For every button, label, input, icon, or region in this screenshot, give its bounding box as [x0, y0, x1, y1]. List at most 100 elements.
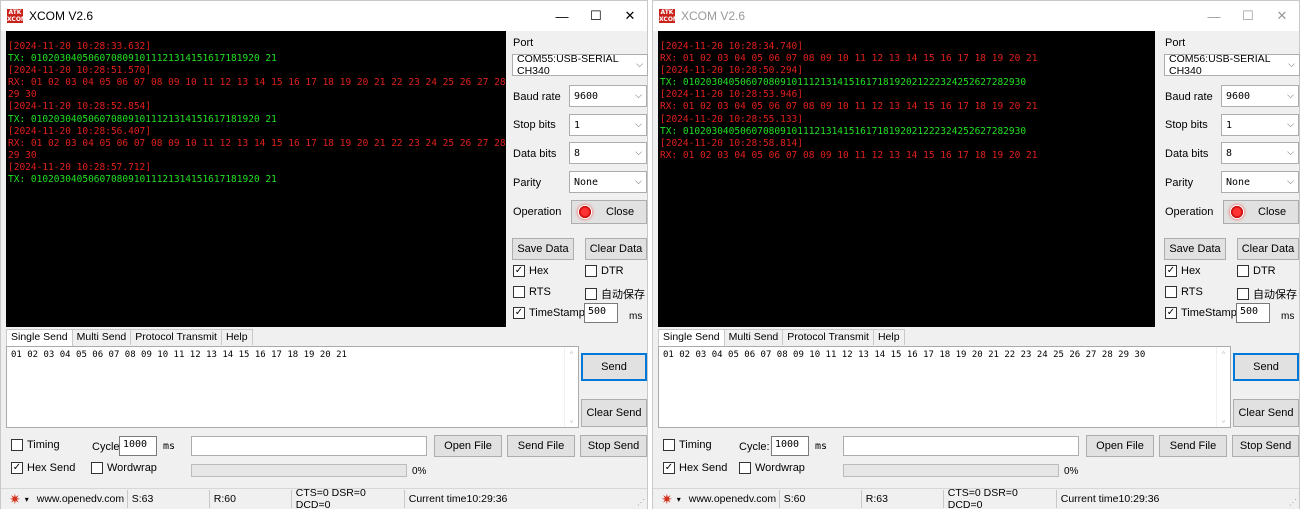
- parity-select[interactable]: None ⌵: [1221, 171, 1299, 193]
- status-website-link[interactable]: www.openedv.com: [33, 490, 128, 508]
- close-icon[interactable]: ✕: [613, 1, 647, 31]
- stop-bits-select[interactable]: 1 ⌵: [1221, 114, 1299, 136]
- port-select[interactable]: COM55:USB-SERIAL CH340 ⌵: [512, 53, 648, 77]
- close-icon[interactable]: ✕: [1265, 1, 1299, 31]
- wordwrap-checkbox[interactable]: Wordwrap: [91, 462, 157, 474]
- send-progress-bar: [191, 464, 407, 477]
- autosave-checkbox[interactable]: 自动保存: [1237, 286, 1297, 302]
- send-scrollbar[interactable]: ⌃ ⌄: [564, 347, 578, 427]
- clear-data-button[interactable]: Clear Data: [1237, 238, 1299, 260]
- file-path-input[interactable]: [191, 436, 427, 456]
- hex-checkbox[interactable]: ✓ Hex: [513, 265, 549, 277]
- timestamp-interval-input[interactable]: 500: [584, 303, 618, 323]
- tab-single-send[interactable]: Single Send: [6, 329, 73, 346]
- log-line-tx: TX: 010203040506070809101112131415161718…: [8, 113, 277, 125]
- clear-data-button[interactable]: Clear Data: [585, 238, 647, 260]
- log-line-ts: [2024-11-20 10:28:57.712]: [8, 161, 151, 173]
- send-progress-bar: [843, 464, 1059, 477]
- resize-grip-icon[interactable]: ⋰: [1289, 498, 1297, 507]
- status-recv-count[interactable]: R:60: [210, 490, 292, 508]
- minimize-icon[interactable]: —: [545, 1, 579, 31]
- chevron-down-icon: ⌵: [636, 60, 643, 70]
- data-bits-select[interactable]: 8 ⌵: [569, 142, 647, 164]
- status-recv-count[interactable]: R:63: [862, 490, 944, 508]
- send-textarea[interactable]: 01 02 03 04 05 06 07 08 09 10 11 12 13 1…: [6, 346, 579, 428]
- clear-send-button[interactable]: Clear Send: [581, 399, 647, 427]
- scroll-down-icon[interactable]: ⌄: [569, 415, 574, 424]
- timing-checkbox[interactable]: Timing: [663, 439, 712, 451]
- wordwrap-checkbox[interactable]: Wordwrap: [739, 462, 805, 474]
- open-close-port-button[interactable]: Close: [1223, 200, 1299, 224]
- send-button[interactable]: Send: [581, 353, 647, 381]
- stop-send-button[interactable]: Stop Send: [580, 435, 647, 457]
- log-line-ts: [2024-11-20 10:28:56.407]: [8, 125, 151, 137]
- cycle-input[interactable]: 1000: [771, 436, 809, 456]
- hex-send-checkbox[interactable]: ✓ Hex Send: [663, 462, 727, 474]
- timing-label: Timing: [679, 439, 712, 451]
- open-close-port-button[interactable]: Close: [571, 200, 647, 224]
- parity-select[interactable]: None ⌵: [569, 171, 647, 193]
- tab-protocol-transmit[interactable]: Protocol Transmit: [130, 329, 222, 345]
- title-bar[interactable]: ATK XCOM XCOM V2.6 — ☐ ✕: [653, 1, 1299, 31]
- cycle-input[interactable]: 1000: [119, 436, 157, 456]
- send-file-button[interactable]: Send File: [1159, 435, 1227, 457]
- tab-protocol-transmit[interactable]: Protocol Transmit: [782, 329, 874, 345]
- scroll-up-icon[interactable]: ⌃: [569, 350, 574, 359]
- rts-label: RTS: [529, 286, 551, 298]
- xcom-logo-icon: ATK XCOM: [659, 9, 679, 23]
- scroll-down-icon[interactable]: ⌄: [1221, 415, 1226, 424]
- send-button[interactable]: Send: [1233, 353, 1299, 381]
- title-bar[interactable]: ATK XCOM XCOM V2.6 — ☐ ✕: [1, 1, 647, 31]
- autosave-label: 自动保存: [601, 289, 645, 301]
- maximize-icon[interactable]: ☐: [579, 1, 613, 31]
- stop-bits-label: Stop bits: [1165, 119, 1208, 131]
- maximize-icon[interactable]: ☐: [1231, 1, 1265, 31]
- hex-checkbox[interactable]: ✓ Hex: [1165, 265, 1201, 277]
- timestamp-interval-input[interactable]: 500: [1236, 303, 1270, 323]
- save-data-button[interactable]: Save Data: [1164, 238, 1226, 260]
- status-website-link[interactable]: www.openedv.com: [685, 490, 780, 508]
- rts-checkbox[interactable]: RTS: [513, 286, 551, 298]
- parity-value: None: [574, 176, 599, 188]
- data-bits-select[interactable]: 8 ⌵: [1221, 142, 1299, 164]
- send-textarea[interactable]: 01 02 03 04 05 06 07 08 09 10 11 12 13 1…: [658, 346, 1231, 428]
- receive-log[interactable]: [2024-11-20 10:28:33.632] TX: 01020304050…: [6, 31, 506, 327]
- baud-value: 9600: [1226, 90, 1251, 102]
- open-file-button[interactable]: Open File: [1086, 435, 1154, 457]
- file-path-input[interactable]: [843, 436, 1079, 456]
- timing-checkbox[interactable]: Timing: [11, 439, 60, 451]
- stop-send-button[interactable]: Stop Send: [1232, 435, 1299, 457]
- status-led-icon: [578, 205, 592, 219]
- dtr-checkbox[interactable]: DTR: [585, 265, 624, 277]
- caret-down-icon[interactable]: ▾: [25, 495, 29, 504]
- send-scrollbar[interactable]: ⌃ ⌄: [1216, 347, 1230, 427]
- tab-multi-send[interactable]: Multi Send: [723, 329, 784, 345]
- dtr-checkbox[interactable]: DTR: [1237, 265, 1276, 277]
- gear-icon[interactable]: ✷: [661, 491, 673, 508]
- stop-bits-select[interactable]: 1 ⌵: [569, 114, 647, 136]
- tab-help[interactable]: Help: [872, 329, 905, 345]
- resize-grip-icon[interactable]: ⋰: [637, 498, 645, 507]
- clear-send-button[interactable]: Clear Send: [1233, 399, 1299, 427]
- receive-log[interactable]: [2024-11-20 10:28:34.740] RX: 01 02 03 04…: [658, 31, 1155, 327]
- save-data-button[interactable]: Save Data: [512, 238, 574, 260]
- tab-multi-send[interactable]: Multi Send: [71, 329, 132, 345]
- operation-label: Operation: [513, 206, 562, 218]
- tab-single-send[interactable]: Single Send: [658, 329, 725, 346]
- timestamp-checkbox[interactable]: ✓ TimeStamp: [513, 307, 585, 319]
- gear-icon[interactable]: ✷: [9, 491, 21, 508]
- port-select[interactable]: COM56:USB-SERIAL CH340 ⌵: [1164, 53, 1300, 77]
- send-file-button[interactable]: Send File: [507, 435, 575, 457]
- tab-help[interactable]: Help: [220, 329, 253, 345]
- autosave-checkbox[interactable]: 自动保存: [585, 286, 645, 302]
- open-file-button[interactable]: Open File: [434, 435, 502, 457]
- rts-checkbox[interactable]: RTS: [1165, 286, 1203, 298]
- timestamp-checkbox[interactable]: ✓ TimeStamp: [1165, 307, 1237, 319]
- minimize-icon[interactable]: —: [1197, 1, 1231, 31]
- baud-select[interactable]: 9600 ⌵: [1221, 85, 1299, 107]
- caret-down-icon[interactable]: ▾: [677, 495, 681, 504]
- dtr-label: DTR: [1253, 265, 1276, 277]
- hex-send-checkbox[interactable]: ✓ Hex Send: [11, 462, 75, 474]
- scroll-up-icon[interactable]: ⌃: [1221, 350, 1226, 359]
- baud-select[interactable]: 9600 ⌵: [569, 85, 647, 107]
